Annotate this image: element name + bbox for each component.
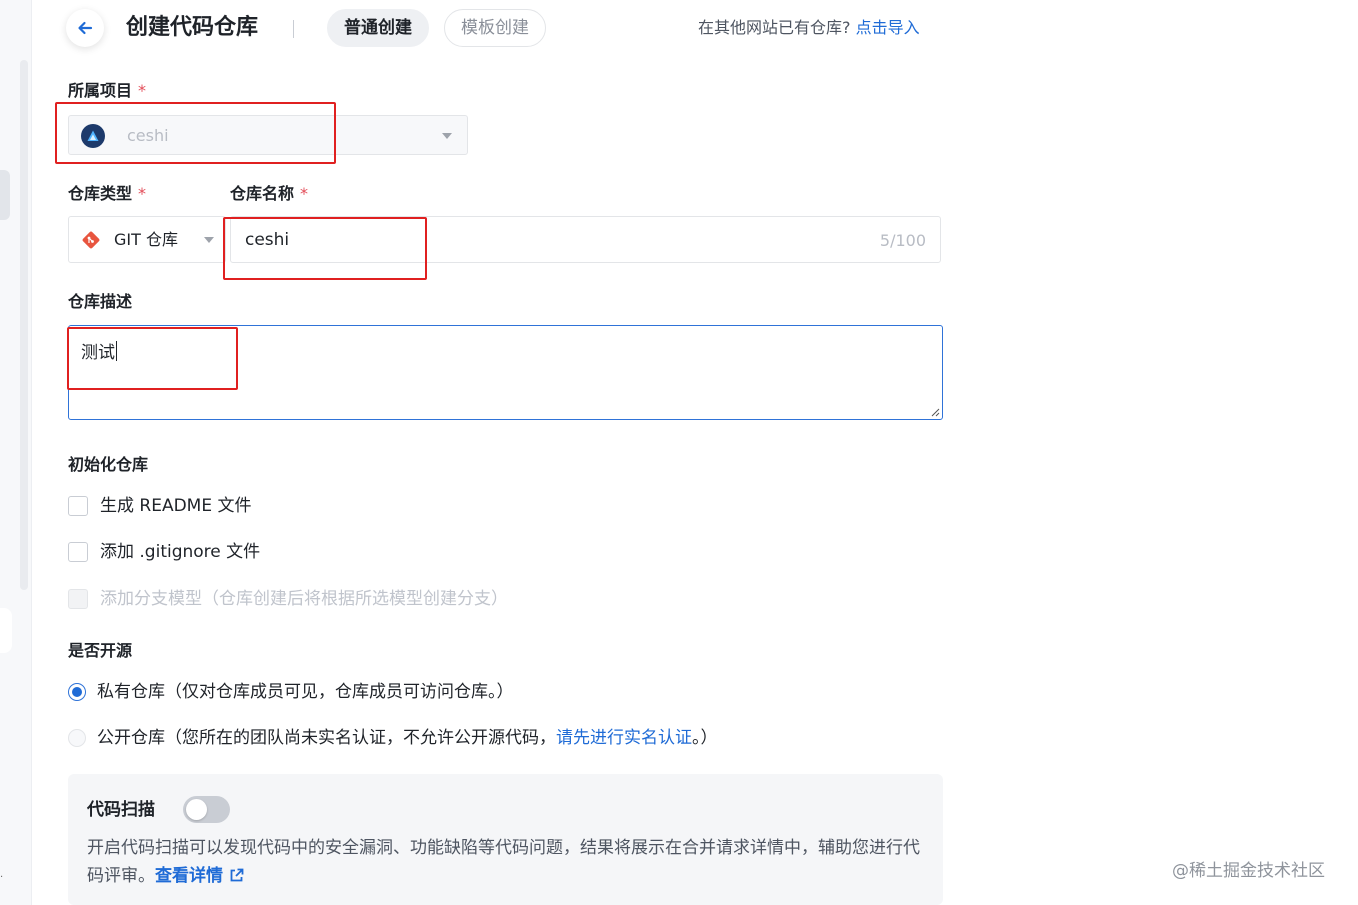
public-repo-label-before: 公开仓库（您所在的团队尚未实名认证，不允许公开源代码， [97, 728, 556, 748]
public-repo-label-after: 。） [692, 728, 718, 748]
annotation-box-repo-name [223, 217, 427, 280]
repo-type-value: GIT 仓库 [114, 230, 178, 249]
toggle-knob [186, 799, 207, 820]
repo-name-label-text: 仓库名称 [230, 184, 295, 203]
description-label: 仓库描述 [68, 292, 133, 311]
resize-handle-icon[interactable] [930, 407, 940, 417]
branch-model-label: 添加分支模型（仓库创建后将根据所选模型创建分支） [100, 589, 508, 609]
gitignore-option[interactable]: 添加 .gitignore 文件 [68, 540, 260, 564]
verify-identity-link[interactable]: 请先进行实名认证 [556, 728, 692, 748]
gitignore-label: 添加 .gitignore 文件 [100, 542, 261, 562]
repo-name-counter: 5/100 [879, 231, 926, 250]
rail-marker: · [0, 872, 4, 883]
rail-tab-secondary[interactable] [0, 608, 12, 653]
private-repo-option[interactable]: 私有仓库（仅对仓库成员可见，仓库成员可访问仓库。） [68, 680, 514, 704]
repo-type-select[interactable]: GIT 仓库 [68, 216, 226, 263]
init-label: 初始化仓库 [68, 455, 149, 474]
open-source-label: 是否开源 [68, 641, 133, 660]
watermark: @稀土掘金技术社区 [1172, 861, 1325, 881]
rail-scrollbar[interactable] [20, 60, 28, 590]
title-divider [293, 20, 294, 38]
annotation-box-description [67, 327, 238, 390]
branch-model-checkbox [68, 589, 88, 609]
code-scan-title: 代码扫描 [87, 800, 155, 820]
public-repo-radio[interactable] [68, 729, 86, 747]
tab-normal-create[interactable]: 普通创建 [327, 9, 429, 47]
rail-tab[interactable] [0, 170, 10, 220]
import-prompt-text: 在其他网站已有仓库? [698, 18, 851, 37]
required-mark: * [138, 184, 147, 203]
left-rail: · [0, 0, 32, 905]
import-prompt: 在其他网站已有仓库? 点击导入 [698, 16, 920, 40]
repo-name-label: 仓库名称 * [230, 183, 308, 205]
import-link[interactable]: 点击导入 [856, 18, 920, 37]
code-scan-details-label: 查看详情 [155, 866, 223, 886]
code-scan-toggle[interactable] [183, 796, 230, 823]
git-icon [82, 231, 100, 249]
readme-checkbox[interactable] [68, 496, 88, 516]
code-scan-panel: 代码扫描 开启代码扫描可以发现代码中的安全漏洞、功能缺陷等代码问题，结果将展示在… [68, 774, 943, 905]
public-repo-option[interactable]: 公开仓库（您所在的团队尚未实名认证，不允许公开源代码，请先进行实名认证。） [68, 726, 718, 750]
repo-type-label-text: 仓库类型 [68, 184, 133, 203]
private-repo-label: 私有仓库（仅对仓库成员可见，仓库成员可访问仓库。） [97, 682, 514, 702]
branch-model-option: 添加分支模型（仓库创建后将根据所选模型创建分支） [68, 587, 508, 611]
back-button[interactable] [66, 9, 104, 47]
annotation-box-project [55, 102, 336, 164]
private-repo-radio[interactable] [68, 683, 86, 701]
required-mark: * [138, 81, 147, 100]
tab-template-create[interactable]: 模板创建 [444, 9, 546, 47]
code-scan-description: 开启代码扫描可以发现代码中的安全漏洞、功能缺陷等代码问题，结果将展示在合并请求详… [87, 834, 927, 890]
code-scan-details-link[interactable]: 查看详情 [155, 866, 244, 886]
gitignore-checkbox[interactable] [68, 542, 88, 562]
repo-type-label: 仓库类型 * [68, 183, 146, 205]
required-mark: * [300, 184, 309, 203]
chevron-down-icon [204, 237, 214, 243]
project-label-text: 所属项目 [68, 81, 133, 100]
chevron-down-icon [442, 133, 452, 139]
page-title: 创建代码仓库 [126, 15, 259, 40]
readme-label: 生成 README 文件 [100, 496, 252, 516]
arrow-left-icon [78, 21, 93, 35]
readme-option[interactable]: 生成 README 文件 [68, 494, 252, 518]
project-label: 所属项目 * [68, 80, 146, 102]
public-repo-label: 公开仓库（您所在的团队尚未实名认证，不允许公开源代码，请先进行实名认证。） [97, 726, 718, 750]
external-link-icon [230, 868, 244, 882]
